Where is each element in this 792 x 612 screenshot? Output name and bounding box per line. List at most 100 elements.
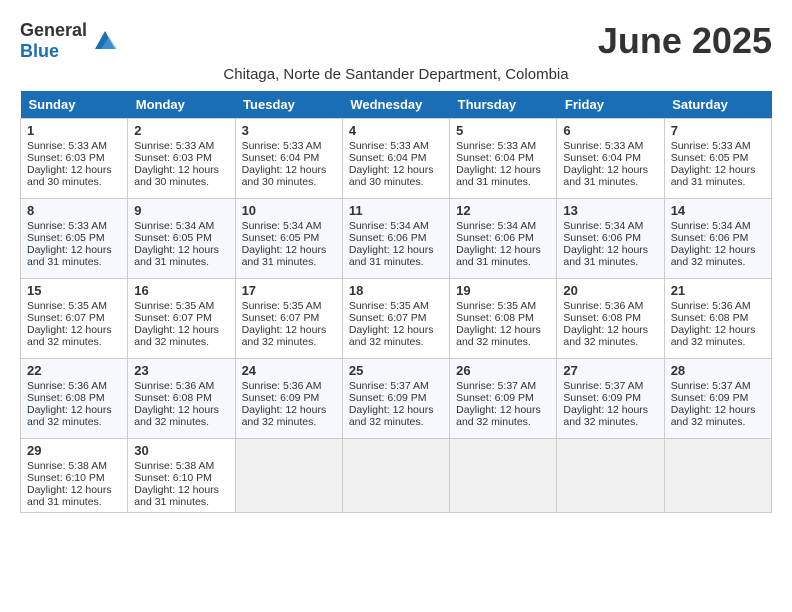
calendar-cell: 22Sunrise: 5:36 AMSunset: 6:08 PMDayligh… — [21, 359, 128, 439]
daylight-text: Daylight: 12 hours and 30 minutes. — [134, 164, 219, 188]
sunset-text: Sunset: 6:06 PM — [349, 232, 427, 244]
day-number: 29 — [27, 443, 121, 458]
sunrise-text: Sunrise: 5:33 AM — [134, 140, 214, 152]
day-number: 13 — [563, 203, 657, 218]
sunrise-text: Sunrise: 5:35 AM — [349, 300, 429, 312]
calendar-cell: 25Sunrise: 5:37 AMSunset: 6:09 PMDayligh… — [342, 359, 449, 439]
sunrise-text: Sunrise: 5:36 AM — [242, 380, 322, 392]
sunrise-text: Sunrise: 5:38 AM — [134, 460, 214, 472]
weekday-header-row: SundayMondayTuesdayWednesdayThursdayFrid… — [21, 91, 772, 119]
sunrise-text: Sunrise: 5:36 AM — [671, 300, 751, 312]
daylight-text: Daylight: 12 hours and 31 minutes. — [27, 244, 112, 268]
sunrise-text: Sunrise: 5:37 AM — [671, 380, 751, 392]
daylight-text: Daylight: 12 hours and 31 minutes. — [456, 164, 541, 188]
weekday-header-thursday: Thursday — [450, 91, 557, 119]
sunrise-text: Sunrise: 5:35 AM — [242, 300, 322, 312]
day-number: 22 — [27, 363, 121, 378]
sunrise-text: Sunrise: 5:33 AM — [27, 140, 107, 152]
weekday-header-sunday: Sunday — [21, 91, 128, 119]
day-number: 3 — [242, 123, 336, 138]
sunset-text: Sunset: 6:08 PM — [134, 392, 212, 404]
sunrise-text: Sunrise: 5:34 AM — [134, 220, 214, 232]
sunset-text: Sunset: 6:07 PM — [349, 312, 427, 324]
day-number: 4 — [349, 123, 443, 138]
day-number: 8 — [27, 203, 121, 218]
sunset-text: Sunset: 6:07 PM — [27, 312, 105, 324]
calendar-cell: 27Sunrise: 5:37 AMSunset: 6:09 PMDayligh… — [557, 359, 664, 439]
day-number: 19 — [456, 283, 550, 298]
sunset-text: Sunset: 6:04 PM — [349, 152, 427, 164]
daylight-text: Daylight: 12 hours and 31 minutes. — [242, 244, 327, 268]
calendar-cell: 7Sunrise: 5:33 AMSunset: 6:05 PMDaylight… — [664, 119, 771, 199]
calendar-cell: 15Sunrise: 5:35 AMSunset: 6:07 PMDayligh… — [21, 279, 128, 359]
day-number: 5 — [456, 123, 550, 138]
daylight-text: Daylight: 12 hours and 32 minutes. — [563, 404, 648, 428]
sunrise-text: Sunrise: 5:33 AM — [349, 140, 429, 152]
calendar-cell: 11Sunrise: 5:34 AMSunset: 6:06 PMDayligh… — [342, 199, 449, 279]
sunrise-text: Sunrise: 5:36 AM — [563, 300, 643, 312]
calendar-cell: 20 Sunrise: 5:36 AMSunset: 6:08 PMDayligh… — [557, 279, 664, 359]
calendar-cell — [235, 439, 342, 513]
day-number: 27 — [563, 363, 657, 378]
sunset-text: Sunset: 6:09 PM — [671, 392, 749, 404]
daylight-text: Daylight: 12 hours and 32 minutes. — [27, 404, 112, 428]
day-number: 18 — [349, 283, 443, 298]
sunrise-text: Sunrise: 5:33 AM — [456, 140, 536, 152]
daylight-text: Daylight: 12 hours and 31 minutes. — [27, 484, 112, 508]
sunset-text: Sunset: 6:03 PM — [134, 152, 212, 164]
sunrise-text: Sunrise: 5:33 AM — [563, 140, 643, 152]
calendar-cell: 6Sunrise: 5:33 AMSunset: 6:04 PMDaylight… — [557, 119, 664, 199]
calendar-cell: 9Sunrise: 5:34 AMSunset: 6:05 PMDaylight… — [128, 199, 235, 279]
sunrise-text: Sunrise: 5:38 AM — [27, 460, 107, 472]
day-number: 20 — [563, 283, 657, 298]
calendar-cell: 13Sunrise: 5:34 AMSunset: 6:06 PMDayligh… — [557, 199, 664, 279]
sunset-text: Sunset: 6:07 PM — [242, 312, 320, 324]
calendar-week-1: 1Sunrise: 5:33 AMSunset: 6:03 PMDaylight… — [21, 119, 772, 199]
sunset-text: Sunset: 6:08 PM — [563, 312, 641, 324]
daylight-text: Daylight: 12 hours and 31 minutes. — [456, 244, 541, 268]
day-number: 14 — [671, 203, 765, 218]
daylight-text: Daylight: 12 hours and 32 minutes. — [134, 404, 219, 428]
daylight-text: Daylight: 12 hours and 32 minutes. — [349, 404, 434, 428]
sunset-text: Sunset: 6:08 PM — [456, 312, 534, 324]
calendar-week-4: 22Sunrise: 5:36 AMSunset: 6:08 PMDayligh… — [21, 359, 772, 439]
weekday-header-friday: Friday — [557, 91, 664, 119]
day-number: 7 — [671, 123, 765, 138]
sunset-text: Sunset: 6:10 PM — [27, 472, 105, 484]
daylight-text: Daylight: 12 hours and 32 minutes. — [242, 324, 327, 348]
day-number: 1 — [27, 123, 121, 138]
daylight-text: Daylight: 12 hours and 30 minutes. — [349, 164, 434, 188]
sunset-text: Sunset: 6:09 PM — [349, 392, 427, 404]
daylight-text: Daylight: 12 hours and 32 minutes. — [349, 324, 434, 348]
sunrise-text: Sunrise: 5:33 AM — [671, 140, 751, 152]
daylight-text: Daylight: 12 hours and 31 minutes. — [134, 244, 219, 268]
calendar-cell: 18 Sunrise: 5:35 AMSunset: 6:07 PMDayligh… — [342, 279, 449, 359]
sunrise-text: Sunrise: 5:37 AM — [456, 380, 536, 392]
day-number: 30 — [134, 443, 228, 458]
day-number: 25 — [349, 363, 443, 378]
day-number: 10 — [242, 203, 336, 218]
sunset-text: Sunset: 6:05 PM — [671, 152, 749, 164]
calendar-cell: 16Sunrise: 5:35 AMSunset: 6:07 PMDayligh… — [128, 279, 235, 359]
sunrise-text: Sunrise: 5:35 AM — [134, 300, 214, 312]
day-number: 16 — [134, 283, 228, 298]
day-number: 2 — [134, 123, 228, 138]
sunrise-text: Sunrise: 5:35 AM — [27, 300, 107, 312]
calendar-cell: 4 Sunrise: 5:33 AMSunset: 6:04 PMDaylight… — [342, 119, 449, 199]
calendar-cell: 5Sunrise: 5:33 AMSunset: 6:04 PMDaylight… — [450, 119, 557, 199]
daylight-text: Daylight: 12 hours and 32 minutes. — [134, 324, 219, 348]
sunset-text: Sunset: 6:06 PM — [563, 232, 641, 244]
page-header: General Blue June 2025 — [20, 20, 772, 62]
calendar-cell: 21Sunrise: 5:36 AMSunset: 6:08 PMDayligh… — [664, 279, 771, 359]
daylight-text: Daylight: 12 hours and 32 minutes. — [563, 324, 648, 348]
day-number: 28 — [671, 363, 765, 378]
calendar-cell — [557, 439, 664, 513]
calendar-cell: 23Sunrise: 5:36 AMSunset: 6:08 PMDayligh… — [128, 359, 235, 439]
calendar-cell: 8Sunrise: 5:33 AMSunset: 6:05 PMDaylight… — [21, 199, 128, 279]
month-year-title: June 2025 — [598, 20, 772, 62]
sunset-text: Sunset: 6:06 PM — [456, 232, 534, 244]
sunrise-text: Sunrise: 5:34 AM — [456, 220, 536, 232]
day-number: 17 — [242, 283, 336, 298]
calendar-week-3: 15Sunrise: 5:35 AMSunset: 6:07 PMDayligh… — [21, 279, 772, 359]
sunset-text: Sunset: 6:06 PM — [671, 232, 749, 244]
